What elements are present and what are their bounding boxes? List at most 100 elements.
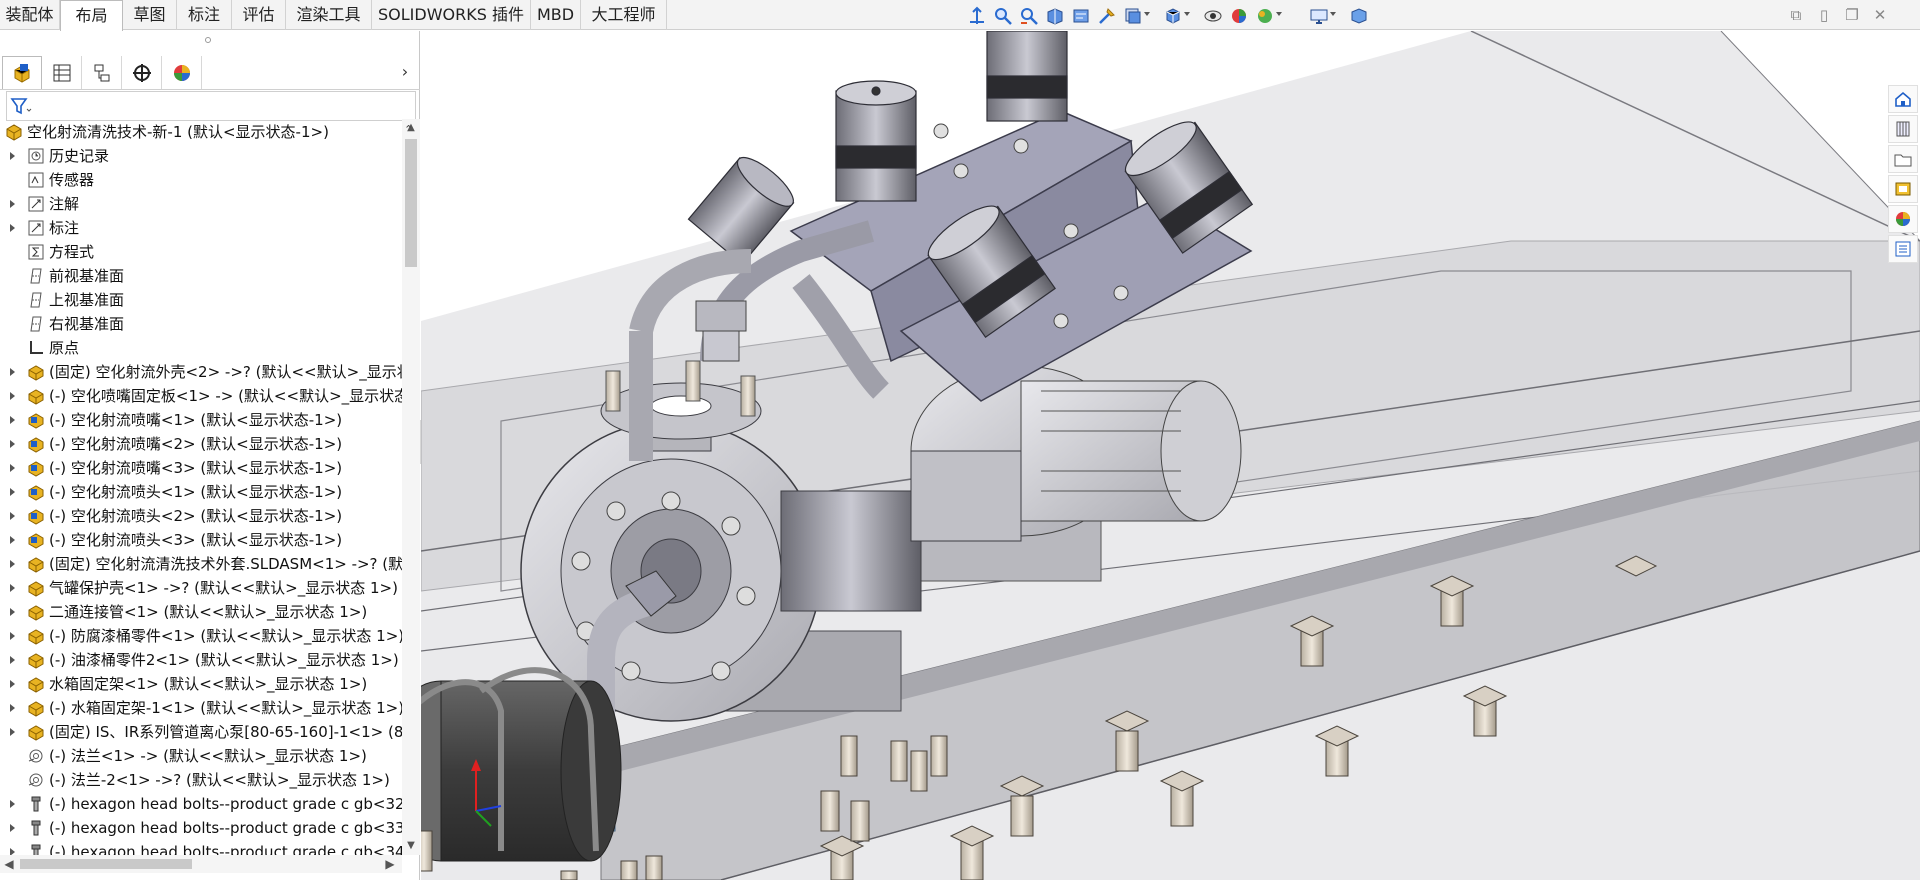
- tree-item[interactable]: (-) 空化射流喷头<1> (默认<显示状态-1>): [0, 480, 402, 504]
- custom-properties-icon[interactable]: [1888, 235, 1918, 263]
- previous-view-icon[interactable]: [1018, 5, 1040, 27]
- tree-item[interactable]: 前视基准面: [0, 264, 402, 288]
- tree-item[interactable]: 方程式: [0, 240, 402, 264]
- tree-item[interactable]: (-) 空化射流喷嘴<3> (默认<显示状态-1>): [0, 456, 402, 480]
- tree-item[interactable]: 水箱固定架<1> (默认<<默认>_显示状态 1>): [0, 672, 402, 696]
- expand-arrow-icon[interactable]: [8, 576, 18, 600]
- close-icon[interactable]: ✕: [1870, 6, 1890, 24]
- tree-item[interactable]: (-) 法兰-2<1> ->? (默认<<默认>_显示状态 1>): [0, 768, 402, 792]
- expand-arrow-icon[interactable]: [8, 432, 18, 456]
- tree-item[interactable]: (-) hexagon head bolts--product grade c …: [0, 792, 402, 816]
- file-explorer-icon[interactable]: [1888, 145, 1918, 173]
- featuremanager-tree-icon[interactable]: [2, 56, 42, 89]
- tree-item[interactable]: 右视基准面: [0, 312, 402, 336]
- tree-item[interactable]: 标注: [0, 216, 402, 240]
- expand-arrow-icon[interactable]: [8, 624, 18, 648]
- tree-item[interactable]: (-) 空化射流喷头<3> (默认<显示状态-1>): [0, 528, 402, 552]
- appearances-icon[interactable]: [1888, 205, 1918, 233]
- tab-solidworks-addins[interactable]: SOLIDWORKS 插件: [372, 0, 531, 30]
- tab-render-tools[interactable]: 渲染工具: [286, 0, 372, 30]
- display-style-icon[interactable]: [1122, 5, 1144, 27]
- tree-item[interactable]: 二通连接管<1> (默认<<默认>_显示状态 1>): [0, 600, 402, 624]
- expand-arrow-icon[interactable]: [8, 720, 18, 744]
- expand-arrow-icon[interactable]: [8, 600, 18, 624]
- panel-grip-icon[interactable]: [205, 37, 211, 43]
- expand-arrow-icon[interactable]: [8, 504, 18, 528]
- tree-item[interactable]: (-) 空化射流喷嘴<1> (默认<显示状态-1>): [0, 408, 402, 432]
- tree-item[interactable]: (-) 空化射流喷头<2> (默认<显示状态-1>): [0, 504, 402, 528]
- display-manager-icon[interactable]: [162, 56, 202, 89]
- tree-item[interactable]: 原点: [0, 336, 402, 360]
- graphics-area[interactable]: [421, 31, 1920, 880]
- expand-arrow-icon[interactable]: [8, 456, 18, 480]
- dimxpert-manager-icon[interactable]: [122, 56, 162, 89]
- expand-arrow-icon[interactable]: [8, 480, 18, 504]
- expand-arrow-icon[interactable]: [8, 216, 18, 240]
- tab-evaluate[interactable]: 评估: [232, 0, 286, 30]
- tree-root-assembly[interactable]: 空化射流清洗技术-新-1 (默认<显示状态-1>): [0, 120, 402, 144]
- view-palette-icon[interactable]: [1888, 175, 1918, 203]
- tree-item[interactable]: (-) 空化喷嘴固定板<1> -> (默认<<默认>_显示状态: [0, 384, 402, 408]
- expand-arrow-icon[interactable]: [8, 696, 18, 720]
- tree-item[interactable]: (固定) 空化射流清洗技术外套.SLDASM<1> ->? (默认: [0, 552, 402, 576]
- 3d-view-icon[interactable]: [1348, 5, 1370, 27]
- tree-item[interactable]: 上视基准面: [0, 288, 402, 312]
- tab-sketch[interactable]: 草图: [123, 0, 177, 30]
- more-tabs-icon[interactable]: ›: [396, 62, 414, 82]
- apply-scene-icon[interactable]: [1228, 5, 1250, 27]
- tree-filter-input[interactable]: [6, 91, 416, 121]
- tree-item[interactable]: (-) 空化射流喷嘴<2> (默认<显示状态-1>): [0, 432, 402, 456]
- home-icon[interactable]: [1888, 85, 1918, 113]
- tree-item[interactable]: (固定) 空化射流外壳<2> ->? (默认<<默认>_显示状态: [0, 360, 402, 384]
- zoom-to-fit-icon[interactable]: [966, 5, 988, 27]
- expand-arrow-icon[interactable]: [8, 384, 18, 408]
- scroll-left-icon[interactable]: ◀: [3, 857, 15, 871]
- tab-markup[interactable]: 标注: [177, 0, 232, 30]
- tab-big-engineer[interactable]: 大工程师: [581, 0, 667, 30]
- tree-item[interactable]: (固定) IS、IR系列管道离心泵[80-65-160]-1<1> (80: [0, 720, 402, 744]
- tree-item[interactable]: (-) 防腐漆桶零件<1> (默认<<默认>_显示状态 1>): [0, 624, 402, 648]
- expand-arrow-icon[interactable]: [8, 552, 18, 576]
- tree-vertical-scrollbar[interactable]: ▲ ▼: [402, 119, 420, 855]
- expand-arrow-icon[interactable]: [8, 816, 18, 840]
- expand-arrow-icon[interactable]: [8, 792, 18, 816]
- scroll-thumb[interactable]: [405, 139, 417, 267]
- tree-item[interactable]: 历史记录: [0, 144, 402, 168]
- scroll-down-icon[interactable]: ▼: [406, 841, 416, 851]
- scroll-thumb[interactable]: [20, 859, 192, 869]
- tree-horizontal-scrollbar[interactable]: ◀ ▶: [0, 855, 402, 873]
- restore-icon[interactable]: ⧉: [1786, 6, 1806, 24]
- tree-item[interactable]: 气罐保护壳<1> ->? (默认<<默认>_显示状态 1>): [0, 576, 402, 600]
- tree-item[interactable]: (-) 法兰<1> -> (默认<<默认>_显示状态 1>): [0, 744, 402, 768]
- section-view-icon[interactable]: [1044, 5, 1066, 27]
- collapse-icon[interactable]: ⌃: [404, 123, 413, 136]
- chevron-down-icon[interactable]: [1144, 12, 1150, 18]
- tab-layout[interactable]: 布局: [60, 0, 123, 31]
- expand-arrow-icon[interactable]: [8, 144, 18, 168]
- view-settings-icon[interactable]: [1308, 5, 1330, 27]
- zoom-area-icon[interactable]: [992, 5, 1014, 27]
- scroll-right-icon[interactable]: ▶: [384, 857, 396, 871]
- tree-item[interactable]: 传感器: [0, 168, 402, 192]
- filter-icon[interactable]: [10, 97, 32, 117]
- tree-item[interactable]: 注解: [0, 192, 402, 216]
- tab-mbd[interactable]: MBD: [531, 0, 581, 30]
- expand-arrow-icon[interactable]: [8, 528, 18, 552]
- expand-arrow-icon[interactable]: [8, 360, 18, 384]
- expand-arrow-icon[interactable]: [8, 408, 18, 432]
- chevron-down-icon[interactable]: [1276, 12, 1282, 18]
- maximize-icon[interactable]: ❐: [1842, 6, 1862, 24]
- view-orientation-icon[interactable]: [1096, 5, 1118, 27]
- tab-assembly[interactable]: 装配体: [0, 0, 60, 30]
- edit-appearance-icon[interactable]: [1202, 5, 1224, 27]
- expand-arrow-icon[interactable]: [8, 648, 18, 672]
- chevron-down-icon[interactable]: [1330, 12, 1336, 18]
- tree-item[interactable]: (-) hexagon head bolts--product grade c …: [0, 816, 402, 840]
- expand-arrow-icon[interactable]: [8, 672, 18, 696]
- appearance-color-icon[interactable]: [1254, 5, 1276, 27]
- design-library-icon[interactable]: [1888, 115, 1918, 143]
- tile-icon[interactable]: ▯: [1814, 6, 1834, 24]
- property-manager-icon[interactable]: [42, 56, 82, 89]
- expand-arrow-icon[interactable]: [8, 192, 18, 216]
- dynamic-annotation-icon[interactable]: [1070, 5, 1092, 27]
